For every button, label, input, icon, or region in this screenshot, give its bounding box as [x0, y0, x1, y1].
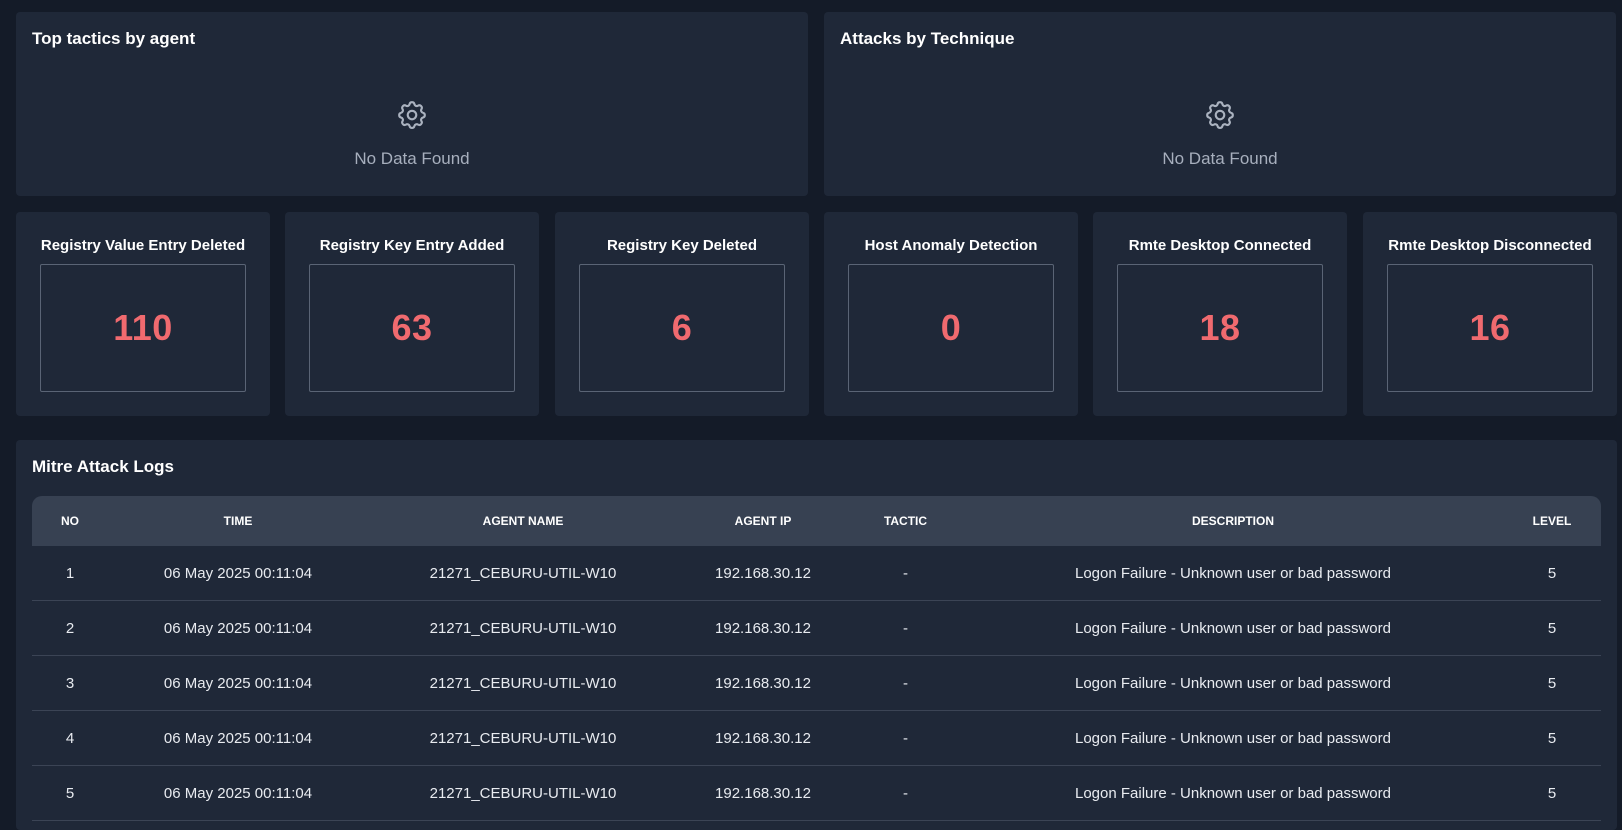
empty-state: No Data Found [16, 98, 808, 169]
cell-tactic: - [848, 546, 963, 601]
stat-card-host-anomaly: Host Anomaly Detection 0 [824, 212, 1078, 416]
attacks-by-technique-panel: Attacks by Technique No Data Found [824, 12, 1616, 196]
cell-time: 06 May 2025 00:11:04 [108, 765, 368, 821]
cell-no: 4 [32, 710, 108, 766]
table-row[interactable]: 5 06 May 2025 00:11:04 21271_CEBURU-UTIL… [32, 765, 1601, 821]
cell-agent-ip: 192.168.30.12 [678, 710, 848, 766]
cell-level: 5 [1503, 600, 1601, 656]
empty-state: No Data Found [824, 98, 1616, 169]
stat-card-rmte-desktop-disconnected: Rmte Desktop Disconnected 16 [1363, 212, 1617, 416]
panel-title: Top tactics by agent [32, 29, 196, 48]
stat-box: 18 [1117, 264, 1323, 392]
column-header-agent-name[interactable]: AGENT NAME [368, 496, 678, 546]
cell-time: 06 May 2025 00:11:04 [108, 710, 368, 766]
cell-agent-name: 21271_CEBURU-UTIL-W10 [368, 655, 678, 711]
no-data-text: No Data Found [1162, 149, 1278, 168]
cell-agent-name: 21271_CEBURU-UTIL-W10 [368, 765, 678, 821]
panel-title: Mitre Attack Logs [32, 457, 175, 476]
cell-agent-name: 21271_CEBURU-UTIL-W10 [368, 710, 678, 766]
stat-value: 6 [671, 307, 693, 348]
table-row[interactable]: 2 06 May 2025 00:11:04 21271_CEBURU-UTIL… [32, 600, 1601, 656]
column-header-agent-ip[interactable]: AGENT IP [678, 496, 848, 546]
table-row[interactable]: 4 06 May 2025 00:11:04 21271_CEBURU-UTIL… [32, 710, 1601, 766]
gear-icon [395, 98, 429, 137]
stat-box: 0 [848, 264, 1054, 392]
column-header-tactic[interactable]: TACTIC [848, 496, 963, 546]
no-data-text: No Data Found [354, 149, 470, 168]
cell-no: 2 [32, 600, 108, 656]
cell-tactic: - [848, 765, 963, 821]
cell-time: 06 May 2025 00:11:04 [108, 546, 368, 601]
column-header-description[interactable]: DESCRIPTION [963, 496, 1503, 546]
logs-table: NO TIME AGENT NAME AGENT IP TACTIC DESCR… [32, 496, 1601, 821]
cell-time: 06 May 2025 00:11:04 [108, 600, 368, 656]
cell-level: 5 [1503, 765, 1601, 821]
cell-agent-name: 21271_CEBURU-UTIL-W10 [368, 600, 678, 656]
panel-title: Attacks by Technique [840, 29, 1015, 48]
stat-title: Rmte Desktop Disconnected [1388, 237, 1592, 254]
stat-value: 18 [1199, 307, 1241, 348]
stat-box: 110 [40, 264, 246, 392]
stat-card-registry-key-deleted: Registry Key Deleted 6 [555, 212, 809, 416]
column-header-level[interactable]: LEVEL [1503, 496, 1601, 546]
cell-agent-ip: 192.168.30.12 [678, 655, 848, 711]
cell-tactic: - [848, 655, 963, 711]
stat-title: Registry Key Deleted [606, 237, 758, 254]
cell-description: Logon Failure - Unknown user or bad pass… [963, 765, 1503, 821]
cell-no: 1 [32, 546, 108, 601]
cell-level: 5 [1503, 546, 1601, 601]
table-header-row: NO TIME AGENT NAME AGENT IP TACTIC DESCR… [32, 496, 1601, 546]
cell-tactic: - [848, 710, 963, 766]
column-header-no[interactable]: NO [32, 496, 108, 546]
cell-description: Logon Failure - Unknown user or bad pass… [963, 546, 1503, 601]
stat-card-registry-value-deleted: Registry Value Entry Deleted 110 [16, 212, 270, 416]
cell-level: 5 [1503, 710, 1601, 766]
stat-card-registry-key-added: Registry Key Entry Added 63 [285, 212, 539, 416]
stat-value: 16 [1469, 307, 1511, 348]
cell-no: 5 [32, 765, 108, 821]
cell-description: Logon Failure - Unknown user or bad pass… [963, 655, 1503, 711]
stat-box: 63 [309, 264, 515, 392]
cell-agent-ip: 192.168.30.12 [678, 765, 848, 821]
stat-title: Rmte Desktop Connected [1128, 237, 1312, 254]
stat-value: 0 [940, 307, 962, 348]
stat-box: 16 [1387, 264, 1593, 392]
cell-tactic: - [848, 600, 963, 656]
stat-box: 6 [579, 264, 785, 392]
cell-description: Logon Failure - Unknown user or bad pass… [963, 600, 1503, 656]
table-row[interactable]: 3 06 May 2025 00:11:04 21271_CEBURU-UTIL… [32, 655, 1601, 711]
cell-level: 5 [1503, 655, 1601, 711]
column-header-time[interactable]: TIME [108, 496, 368, 546]
stat-card-rmte-desktop-connected: Rmte Desktop Connected 18 [1093, 212, 1347, 416]
logs-table-wrapper: NO TIME AGENT NAME AGENT IP TACTIC DESCR… [32, 496, 1601, 821]
cell-agent-name: 21271_CEBURU-UTIL-W10 [368, 546, 678, 601]
cell-time: 06 May 2025 00:11:04 [108, 655, 368, 711]
stat-value: 63 [391, 307, 433, 348]
stat-title: Registry Key Entry Added [319, 237, 505, 254]
stat-title: Registry Value Entry Deleted [40, 237, 246, 254]
cell-description: Logon Failure - Unknown user or bad pass… [963, 710, 1503, 766]
mitre-attack-logs-panel: Mitre Attack Logs NO TIME AGENT NAME AGE… [16, 440, 1617, 830]
cell-agent-ip: 192.168.30.12 [678, 600, 848, 656]
cell-agent-ip: 192.168.30.12 [678, 546, 848, 601]
stat-value: 110 [113, 307, 173, 348]
stat-title: Host Anomaly Detection [864, 237, 1038, 254]
cell-no: 3 [32, 655, 108, 711]
table-row[interactable]: 1 06 May 2025 00:11:04 21271_CEBURU-UTIL… [32, 546, 1601, 601]
top-tactics-panel: Top tactics by agent No Data Found [16, 12, 808, 196]
gear-icon [1203, 98, 1237, 137]
